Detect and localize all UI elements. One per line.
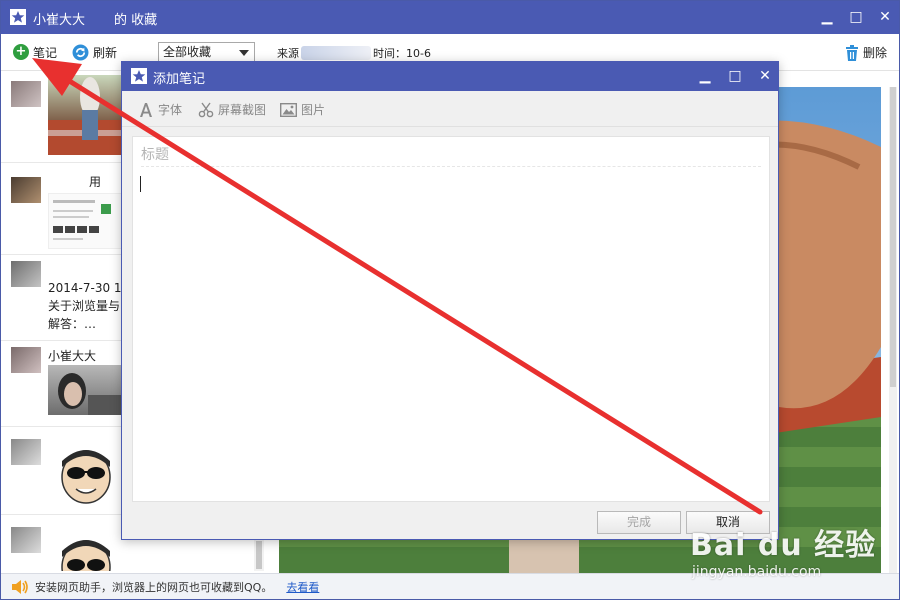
maximize-button[interactable]: □ <box>844 6 868 28</box>
source-redacted <box>301 46 371 60</box>
refresh-icon <box>72 44 89 60</box>
filter-dropdown[interactable]: 全部收藏 <box>158 42 255 63</box>
dialog-maximize-button[interactable]: □ <box>724 65 746 87</box>
speaker-icon <box>12 579 28 594</box>
list-item[interactable] <box>1 515 123 571</box>
thumbnail-image <box>48 365 123 415</box>
refresh-button[interactable]: 刷新 <box>72 43 117 61</box>
watermark-url: jingyan.baidu.com <box>692 564 822 580</box>
font-label: 字体 <box>158 103 183 117</box>
font-a-icon <box>140 102 152 117</box>
status-link[interactable]: 去看看 <box>286 579 319 595</box>
status-message: 安装网页助手，浏览器上的网页也可收藏到QQ。 <box>35 580 273 594</box>
list-item[interactable]: 小崔大大 <box>1 341 123 427</box>
text-cursor <box>140 176 141 192</box>
plus-circle-icon: + <box>13 44 29 60</box>
dialog-minimize-button[interactable]: ▁ <box>694 65 716 87</box>
preview-scrollbar[interactable] <box>889 87 897 573</box>
note-body-input[interactable] <box>141 175 761 495</box>
thumbnail-image <box>48 75 123 155</box>
delete-label: 删除 <box>862 46 887 60</box>
list-item-time: 2014-7-30 13:5 <box>48 281 123 295</box>
list-item[interactable]: 2014-7-30 13:5 关于浏览量与… 解答：… <box>1 255 123 341</box>
favorites-list[interactable]: 用 2014-7-30 13:5 关于浏览量与… 解答：… <box>1 71 123 571</box>
image-label: 图片 <box>301 103 326 117</box>
chevron-down-icon <box>239 50 249 56</box>
main-titlebar[interactable]: 小崔大大 的 收藏 ▁ □ ✕ <box>1 1 899 34</box>
list-item[interactable] <box>1 71 123 163</box>
dialog-title: 添加笔记 <box>153 72 206 87</box>
avatar <box>11 81 41 107</box>
scissors-icon <box>198 102 214 117</box>
thumbnail-image <box>48 449 123 509</box>
dialog-close-button[interactable]: ✕ <box>754 65 776 87</box>
done-button[interactable]: 完成 <box>597 511 681 534</box>
avatar <box>11 347 41 373</box>
minimize-button[interactable]: ▁ <box>815 6 839 28</box>
avatar <box>11 261 41 287</box>
note-title-input[interactable] <box>141 143 761 167</box>
time-label: 时间：10-6 <box>373 47 431 60</box>
dialog-titlebar[interactable]: 添加笔记 ▁ □ ✕ <box>122 62 778 91</box>
delete-button[interactable]: 删除 <box>845 44 887 61</box>
add-note-label: 笔记 <box>33 45 58 60</box>
list-item-title: 关于浏览量与… <box>48 299 123 313</box>
avatar <box>11 177 41 203</box>
list-item[interactable] <box>1 427 123 515</box>
trash-icon <box>845 44 858 61</box>
source-label: 来源 <box>277 47 299 60</box>
filter-selected-value: 全部收藏 <box>163 45 212 59</box>
window-user-name: 小崔大大 <box>33 13 86 28</box>
add-note-button[interactable]: + 笔记 <box>13 43 57 61</box>
source-info: 来源 时间：10-6 <box>277 45 431 61</box>
font-button[interactable]: 字体 <box>138 101 182 118</box>
list-item-title: 用 <box>89 175 102 189</box>
close-button[interactable]: ✕ <box>873 6 897 28</box>
add-note-dialog: 添加笔记 ▁ □ ✕ 字体 屏幕截图 图片 标题 完成 取消 <box>121 61 779 540</box>
baidu-watermark: Bai du 经验 jingyan.baidu.com <box>690 520 876 580</box>
scrollbar-thumb[interactable] <box>256 541 262 569</box>
star-icon <box>10 9 26 25</box>
picture-icon <box>280 102 297 117</box>
watermark-logo-text: Bai du 经验 <box>690 528 877 563</box>
note-editor[interactable] <box>132 136 770 502</box>
thumbnail-image <box>48 537 123 571</box>
avatar <box>11 527 41 553</box>
star-icon <box>131 68 147 84</box>
refresh-label: 刷新 <box>93 45 118 60</box>
screenshot-label: 屏幕截图 <box>218 103 267 117</box>
avatar <box>11 439 41 465</box>
screenshot-button[interactable]: 屏幕截图 <box>198 101 266 118</box>
list-item[interactable]: 用 <box>1 163 123 255</box>
list-item-snippet: 解答：… <box>48 317 97 331</box>
window-title: 的 收藏 <box>114 13 158 28</box>
dialog-toolbar: 字体 屏幕截图 图片 <box>122 91 778 127</box>
image-button[interactable]: 图片 <box>280 101 325 118</box>
thumbnail-image <box>48 193 123 249</box>
list-item-title: 小崔大大 <box>48 349 97 363</box>
scrollbar-thumb[interactable] <box>890 87 896 387</box>
